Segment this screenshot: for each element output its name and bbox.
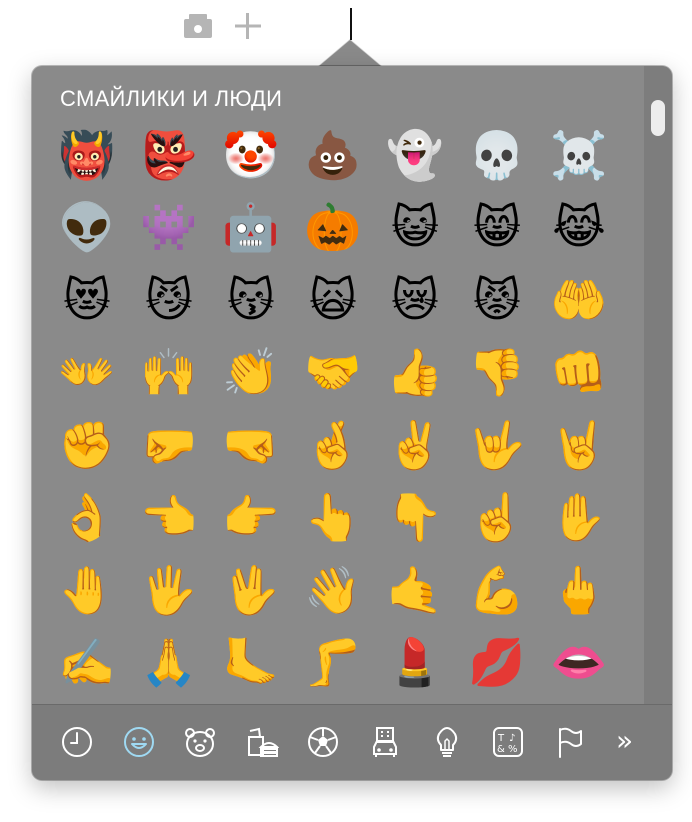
emoji-cell[interactable]: 🦵 — [292, 626, 374, 699]
emoji-cell[interactable]: 🤖 — [210, 191, 292, 264]
emoji-cell[interactable]: 🤡 — [210, 122, 292, 191]
emoji-cell[interactable]: 👹 — [46, 122, 128, 191]
svg-text:&: & — [497, 744, 505, 755]
popover-notch — [318, 40, 382, 67]
emoji-cell[interactable]: 👐 — [46, 336, 128, 409]
emoji-cell[interactable]: 🖐️ — [128, 554, 210, 627]
emoji-cell[interactable]: 😿 — [374, 264, 456, 337]
category-smileys-people[interactable] — [121, 724, 157, 760]
emoji-cell[interactable]: 👊 — [538, 336, 620, 409]
emoji-cell[interactable]: 🤜 — [210, 409, 292, 482]
emoji-cell[interactable]: 🖕 — [538, 554, 620, 627]
emoji-cell[interactable]: 👄 — [538, 626, 620, 699]
emoji-cell[interactable]: 👌 — [46, 481, 128, 554]
emoji-cell[interactable]: 😹 — [538, 191, 620, 264]
emoji-cell[interactable]: 👽 — [46, 191, 128, 264]
lightbulb-icon — [436, 727, 458, 757]
symbols-icon: T ♪ & % — [493, 727, 523, 757]
more-categories-button[interactable]: » — [616, 727, 633, 755]
emoji-cell[interactable]: 💪 — [456, 554, 538, 627]
emoji-cell[interactable]: ✍️ — [46, 626, 128, 699]
emoji-cell[interactable]: 👇 — [374, 481, 456, 554]
scrollbar-track[interactable] — [644, 66, 672, 704]
text-cursor — [350, 8, 352, 40]
scrollbar-thumb[interactable] — [651, 100, 665, 136]
emoji-cell[interactable]: 🦶 — [210, 626, 292, 699]
emoji-cell[interactable]: 😺 — [374, 191, 456, 264]
emoji-cell[interactable]: 👆 — [292, 481, 374, 554]
emoji-cell[interactable]: 🎃 — [292, 191, 374, 264]
emoji-cell[interactable]: 💄 — [374, 626, 456, 699]
emoji-cell[interactable]: 👺 — [128, 122, 210, 191]
category-bar: T ♪ & % » — [32, 704, 672, 780]
category-animals-nature[interactable] — [182, 724, 218, 760]
emoji-cell[interactable]: 🙀 — [292, 264, 374, 337]
category-flags[interactable] — [552, 724, 588, 760]
bear-icon — [185, 728, 215, 757]
category-symbols[interactable]: T ♪ & % — [490, 724, 526, 760]
emoji-cell[interactable]: 💋 — [456, 626, 538, 699]
emoji-cell[interactable]: ✋ — [538, 481, 620, 554]
emoji-picker-popover: СМАЙЛИКИ И ЛЮДИ 😁😆😖🤑😀😈👿👹👺🤡💩👻💀☠️👽👾🤖🎃😺😸😹😻😼… — [32, 66, 672, 780]
emoji-cell[interactable]: 💩 — [292, 122, 374, 191]
category-food-drink[interactable] — [244, 724, 280, 760]
car-building-icon — [373, 727, 397, 757]
emoji-cell[interactable]: 🤟 — [456, 409, 538, 482]
emoji-cell[interactable]: 🤞 — [292, 409, 374, 482]
smiley-icon — [124, 727, 154, 757]
emoji-cell[interactable]: 🤝 — [292, 336, 374, 409]
emoji-cell[interactable]: 💀 — [456, 122, 538, 191]
soccer-ball-icon — [308, 727, 338, 757]
emoji-cell[interactable]: 👎 — [456, 336, 538, 409]
category-activity[interactable] — [305, 724, 341, 760]
emoji-cell[interactable]: 👍 — [374, 336, 456, 409]
emoji-cell[interactable]: 🖖 — [210, 554, 292, 627]
svg-text:T: T — [497, 733, 505, 744]
category-objects[interactable] — [429, 724, 465, 760]
emoji-cell[interactable]: 👾 — [128, 191, 210, 264]
emoji-cell[interactable]: 👋 — [292, 554, 374, 627]
emoji-cell[interactable]: 😻 — [46, 264, 128, 337]
food-icon — [248, 727, 279, 757]
emoji-cell[interactable]: 👻 — [374, 122, 456, 191]
emoji-cell[interactable]: ✊ — [46, 409, 128, 482]
add-icon[interactable] — [232, 12, 264, 40]
emoji-cell[interactable]: 👈 — [128, 481, 210, 554]
emoji-grid: 😁😆😖🤑😀😈👿👹👺🤡💩👻💀☠️👽👾🤖🎃😺😸😹😻😼😽🙀😿😾🤲👐🙌👏🤝👍👎👊✊🤛🤜🤞… — [46, 122, 620, 699]
emoji-cell[interactable]: 😽 — [210, 264, 292, 337]
category-travel-places[interactable] — [367, 724, 403, 760]
svg-text:%: % — [508, 744, 518, 755]
emoji-cell[interactable]: ☝️ — [456, 481, 538, 554]
emoji-cell[interactable]: ✌️ — [374, 409, 456, 482]
emoji-cell[interactable]: 😾 — [456, 264, 538, 337]
emoji-cell[interactable]: 👉 — [210, 481, 292, 554]
clock-icon — [62, 727, 92, 757]
section-title: СМАЙЛИКИ И ЛЮДИ — [60, 86, 283, 111]
emoji-cell[interactable]: 🤲 — [538, 264, 620, 337]
emoji-cell[interactable]: 😸 — [456, 191, 538, 264]
emoji-cell[interactable]: 🤛 — [128, 409, 210, 482]
emoji-cell[interactable]: 🙏 — [128, 626, 210, 699]
category-frequently-used[interactable] — [59, 724, 95, 760]
flag-icon — [559, 727, 582, 758]
emoji-grid-viewport: 😁😆😖🤑😀😈👿👹👺🤡💩👻💀☠️👽👾🤖🎃😺😸😹😻😼😽🙀😿😾🤲👐🙌👏🤝👍👎👊✊🤛🤜🤞… — [32, 122, 644, 704]
emoji-cell[interactable]: 🤘 — [538, 409, 620, 482]
emoji-cell[interactable]: 👏 — [210, 336, 292, 409]
emoji-cell[interactable]: 🙌 — [128, 336, 210, 409]
emoji-cell[interactable]: 🤚 — [46, 554, 128, 627]
camera-icon[interactable] — [182, 12, 214, 40]
svg-text:♪: ♪ — [509, 733, 515, 744]
emoji-cell[interactable]: 🤙 — [374, 554, 456, 627]
emoji-cell[interactable]: 😼 — [128, 264, 210, 337]
emoji-cell[interactable]: ☠️ — [538, 122, 620, 191]
